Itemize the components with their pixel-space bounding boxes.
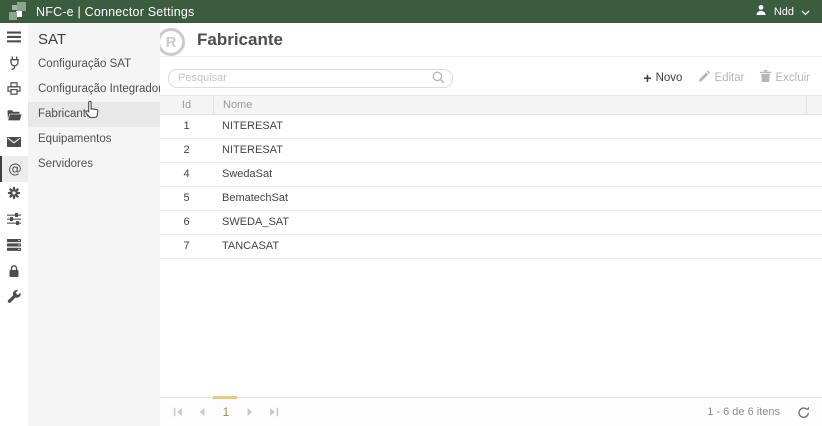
pager: 1 1 - 6 de 6 itens — [160, 397, 822, 426]
cell-id: 4 — [160, 168, 213, 180]
trash-icon — [760, 70, 771, 85]
pencil-icon — [698, 70, 710, 85]
cell-nome: TANCASAT — [213, 240, 822, 252]
cell-id: 5 — [160, 192, 213, 204]
delete-button[interactable]: Excluir — [760, 70, 810, 85]
search-input[interactable] — [168, 69, 453, 88]
controls-row: + Novo Editar Excluir — [160, 57, 822, 95]
icon-rail: @ — [0, 23, 28, 426]
cell-id: 2 — [160, 144, 213, 156]
cell-nome: SWEDA_SAT — [213, 216, 822, 228]
page-number[interactable]: 1 — [214, 405, 238, 419]
gear-icon — [7, 186, 21, 205]
pager-info: 1 - 6 de 6 itens — [707, 406, 780, 418]
sliders-icon — [7, 212, 21, 230]
app-title: NFC-e | Connector Settings — [36, 5, 195, 19]
new-button[interactable]: + Novo — [643, 71, 682, 85]
sidebar-item-configuracao-integrador[interactable]: Configuração Integrador — [28, 77, 160, 102]
table-row[interactable]: 7 TANCASAT — [160, 235, 822, 259]
user-menu[interactable]: Ndd — [755, 3, 810, 21]
rail-item-settings[interactable] — [0, 182, 28, 208]
column-header-id[interactable]: Id — [160, 96, 213, 114]
wrench-icon — [7, 290, 21, 309]
column-header-nome[interactable]: Nome — [213, 96, 806, 114]
user-icon — [755, 3, 767, 21]
page-title: Fabricante — [197, 30, 283, 50]
menu-icon — [7, 30, 21, 48]
delete-button-label: Excluir — [775, 72, 810, 84]
rail-item-files[interactable] — [0, 104, 28, 130]
table-row[interactable]: 1 NITERESAT — [160, 115, 822, 139]
toolbar: + Novo Editar Excluir — [643, 70, 814, 85]
sidebar-title: SAT — [28, 23, 160, 49]
at-icon: @ — [8, 161, 22, 177]
cell-nome: NITERESAT — [213, 120, 822, 132]
cell-id: 1 — [160, 120, 213, 132]
rail-item-at[interactable]: @ — [0, 156, 28, 182]
cell-nome: SwedaSat — [213, 168, 822, 180]
lock-icon — [8, 264, 20, 283]
plug-icon — [8, 56, 21, 75]
sidebar-item-configuracao-sat[interactable]: Configuração SAT — [28, 52, 160, 77]
user-name: Ndd — [774, 6, 794, 18]
plus-icon: + — [643, 71, 651, 85]
rail-item-connection[interactable] — [0, 52, 28, 78]
table-row[interactable]: 6 SWEDA_SAT — [160, 211, 822, 235]
sidebar-item-fabricantes[interactable]: Fabricantes — [28, 102, 160, 127]
cell-nome: NITERESAT — [213, 144, 822, 156]
next-page-button[interactable] — [238, 398, 262, 426]
table-row[interactable]: 5 BematechSat — [160, 187, 822, 211]
new-button-label: Novo — [656, 72, 683, 84]
sidebar: SAT Configuração SAT Configuração Integr… — [28, 23, 160, 426]
refresh-button[interactable] — [797, 406, 810, 419]
header-scrollbar-spacer — [806, 96, 822, 114]
rail-item-menu[interactable] — [0, 26, 28, 52]
sidebar-item-equipamentos[interactable]: Equipamentos — [28, 127, 160, 152]
app-logo-icon — [6, 2, 27, 23]
prev-page-button[interactable] — [190, 398, 214, 426]
rail-item-servers[interactable] — [0, 234, 28, 260]
server-icon — [7, 238, 21, 256]
mail-icon — [7, 134, 21, 152]
brand-logo-icon: R — [160, 28, 185, 56]
rail-item-mail[interactable] — [0, 130, 28, 156]
sidebar-item-servidores[interactable]: Servidores — [28, 152, 160, 177]
rail-item-preferences[interactable] — [0, 208, 28, 234]
table-row[interactable]: 4 SwedaSat — [160, 163, 822, 187]
rail-item-tools[interactable] — [0, 286, 28, 312]
main-content: R Fabricante + Novo Editar — [160, 23, 822, 426]
chevron-down-icon — [801, 3, 810, 21]
current-page-indicator — [213, 396, 237, 399]
last-page-button[interactable] — [262, 398, 286, 426]
topbar: NFC-e | Connector Settings Ndd — [0, 0, 822, 23]
page-header: R Fabricante — [160, 23, 822, 57]
search-wrap — [168, 68, 453, 88]
fabricantes-table: Id Nome 1 NITERESAT 2 NITERESAT 4 SwedaS… — [160, 95, 822, 259]
edit-button-label: Editar — [714, 72, 744, 84]
cell-nome: BematechSat — [213, 192, 822, 204]
first-page-button[interactable] — [166, 398, 190, 426]
edit-button[interactable]: Editar — [698, 70, 744, 85]
cell-id: 7 — [160, 240, 213, 252]
app-shell: @ SAT Config — [0, 23, 822, 426]
search-icon — [432, 71, 445, 89]
table-header: Id Nome — [160, 95, 822, 115]
folder-icon — [7, 108, 22, 126]
rail-item-security[interactable] — [0, 260, 28, 286]
rail-item-printer[interactable] — [0, 78, 28, 104]
cell-id: 6 — [160, 216, 213, 228]
table-row[interactable]: 2 NITERESAT — [160, 139, 822, 163]
printer-icon — [7, 82, 21, 100]
